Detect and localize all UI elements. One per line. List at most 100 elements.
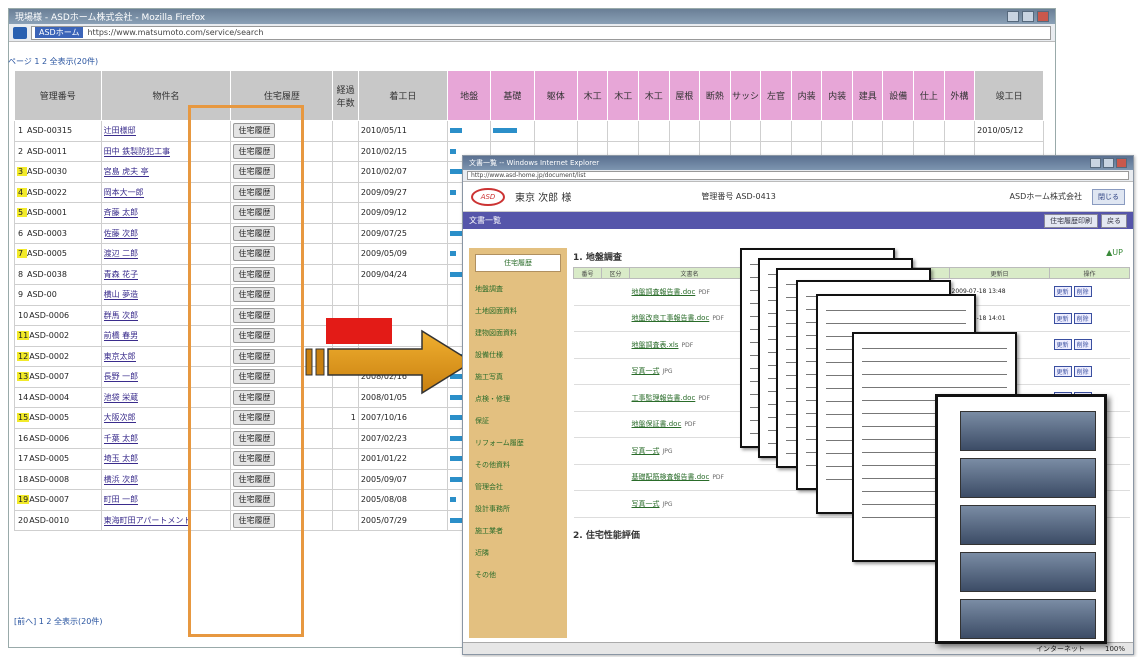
column-header[interactable]: 管理番号 [14, 70, 102, 121]
column-header[interactable]: 仕上 [913, 70, 945, 121]
column-header[interactable]: 着工日 [357, 70, 448, 121]
row-id: 19ASD-0007 [14, 489, 102, 511]
doc-link[interactable]: 基礎配筋検査報告書.doc [632, 473, 710, 481]
sidebar-item[interactable]: 施工業者 [475, 520, 561, 542]
print-history-button[interactable]: 住宅履歴印刷 [1044, 213, 1098, 228]
elapsed-count: 1 [332, 407, 359, 429]
close-icon[interactable] [1116, 158, 1127, 168]
row-id: 2 ASD-0011 [14, 140, 102, 162]
property-name-link[interactable]: 田中 鉄製防犯工事 [103, 146, 171, 157]
property-name-link[interactable]: 佐藤 次郎 [103, 228, 139, 239]
column-header[interactable]: 経過年数 [332, 70, 359, 121]
pager-bottom[interactable]: [前へ] 1 2 全表示(20件) [14, 616, 102, 627]
doc-link[interactable]: 写真一式 [632, 367, 660, 375]
property-name-link[interactable]: 千葉 太郎 [103, 433, 139, 444]
column-header[interactable]: 内装 [790, 70, 823, 121]
property-name-link[interactable]: 埼玉 太郎 [103, 454, 139, 465]
doc-link[interactable]: 写真一式 [632, 500, 660, 508]
sidebar-item[interactable]: 近隣 [475, 542, 561, 564]
management-number: ASD-0005 [27, 249, 67, 259]
row-id: 20ASD-0010 [14, 509, 102, 531]
sidebar-item[interactable]: その他資料 [475, 454, 561, 476]
doc-link[interactable]: 写真一式 [632, 447, 660, 455]
column-header[interactable]: 木工 [607, 70, 639, 121]
back-button[interactable]: 戻る [1101, 213, 1127, 228]
progress-cell [533, 120, 578, 142]
property-name-link[interactable]: 群馬 次郎 [103, 310, 139, 321]
sidebar-item[interactable]: その他 [475, 564, 561, 586]
property-name-link[interactable]: 横浜 次郎 [103, 474, 139, 485]
row-number: 4 [17, 187, 27, 197]
sidebar-item[interactable]: 保証 [475, 410, 561, 432]
maximize-icon[interactable] [1022, 11, 1034, 22]
property-name-link[interactable]: 東京太郎 [103, 351, 136, 362]
sidebar-item[interactable]: 設備仕様 [475, 344, 561, 366]
property-name-link[interactable]: 渡辺 二郎 [103, 249, 139, 260]
column-header[interactable]: 左官 [760, 70, 792, 121]
column-header[interactable]: 断熱 [699, 70, 731, 121]
sidebar-item[interactable]: 土地図面資料 [475, 300, 561, 322]
management-number: ASD-00315 [27, 126, 73, 136]
property-name-link[interactable]: 長野 一郎 [103, 372, 139, 383]
close-button[interactable]: 閉じる [1092, 188, 1125, 205]
url-site-label: ASDホーム [35, 27, 84, 38]
url-input[interactable]: http://www.asd-home.jp/document/list [467, 171, 1129, 180]
sidebar-item[interactable]: 施工写真 [475, 366, 561, 388]
property-name-link[interactable]: 池袋 栄蔵 [103, 392, 139, 403]
property-name-link[interactable]: 前橋 春男 [103, 331, 139, 342]
doc-link[interactable]: 地盤調査報告書.doc [632, 288, 696, 296]
column-header[interactable]: 内装 [821, 70, 853, 121]
sidebar-top-item[interactable]: 住宅履歴 [475, 254, 561, 272]
column-header[interactable]: 基礎 [490, 70, 535, 121]
progress-cell [882, 120, 915, 142]
elapsed-count [332, 243, 359, 265]
property-name-link[interactable]: 町田 一郎 [103, 495, 139, 506]
doc-link[interactable]: 地盤調査表.xls [632, 341, 679, 349]
column-header[interactable]: 木工 [637, 70, 670, 121]
sidebar-item[interactable]: 建物図面資料 [475, 322, 561, 344]
property-name-link[interactable]: 大阪次郎 [103, 413, 136, 424]
url-input[interactable]: ASDホーム https://www.matsumoto.com/service/… [31, 25, 1051, 40]
property-name-link[interactable]: 青森 花子 [103, 269, 139, 280]
completion-date: 2010/05/12 [974, 120, 1044, 142]
property-name-link[interactable]: 東海町田アパートメント [103, 515, 192, 526]
start-date: 2001/01/22 [357, 448, 448, 470]
sidebar-item[interactable]: 管理会社 [475, 476, 561, 498]
sidebar-item[interactable]: 設計事務所 [475, 498, 561, 520]
column-header[interactable]: サッシ [729, 70, 762, 121]
table-row[interactable]: 1 ASD-00315 辻田様邸 住宅履歴 2010/05/11 2010/05/12 [14, 120, 1044, 142]
column-header[interactable]: 竣工日 [974, 70, 1044, 121]
management-number: ASD-0005 [29, 454, 70, 464]
doc-type: PDF [712, 474, 725, 482]
column-header[interactable]: 地盤 [446, 70, 492, 121]
elapsed-count [332, 202, 359, 224]
column-header[interactable]: 屋根 [668, 70, 701, 121]
start-date: 2010/02/15 [357, 140, 448, 162]
property-name-link[interactable]: 辻田様邸 [103, 126, 136, 137]
column-header[interactable]: 建具 [851, 70, 884, 121]
sidebar-item[interactable]: リフォーム履歴 [475, 432, 561, 454]
maximize-icon[interactable] [1103, 158, 1114, 168]
property-name-link[interactable]: 横山 夢造 [103, 290, 139, 301]
management-number: ASD-00 [27, 290, 57, 300]
property-name-link[interactable]: 宮島 虎夫 亭 [103, 167, 149, 178]
company-name: ASDホーム株式会社 [1009, 192, 1082, 201]
column-header[interactable]: 躯体 [533, 70, 578, 121]
pager-top[interactable]: ページ 1 2 全表示(20件) [8, 56, 98, 67]
doc-name-cell: 写真一式 JPG [629, 490, 750, 518]
progress-cell [576, 120, 609, 142]
close-icon[interactable] [1037, 11, 1049, 22]
text-line [826, 323, 966, 324]
doc-link[interactable]: 地盤保証書.doc [632, 420, 682, 428]
doc-link[interactable]: 工事監理報告書.doc [632, 394, 696, 402]
property-name-link[interactable]: 斉藤 太郎 [103, 208, 139, 219]
doc-link[interactable]: 地盤改良工事報告書.doc [632, 314, 710, 322]
sidebar-item[interactable]: 地盤調査 [475, 278, 561, 300]
column-header[interactable]: 木工 [576, 70, 609, 121]
column-header[interactable]: 設備 [882, 70, 915, 121]
property-name-link[interactable]: 岡本大一郎 [103, 187, 144, 198]
sidebar-item[interactable]: 点検・修理 [475, 388, 561, 410]
minimize-icon[interactable] [1007, 11, 1019, 22]
column-header[interactable]: 外構 [943, 70, 976, 121]
minimize-icon[interactable] [1090, 158, 1101, 168]
